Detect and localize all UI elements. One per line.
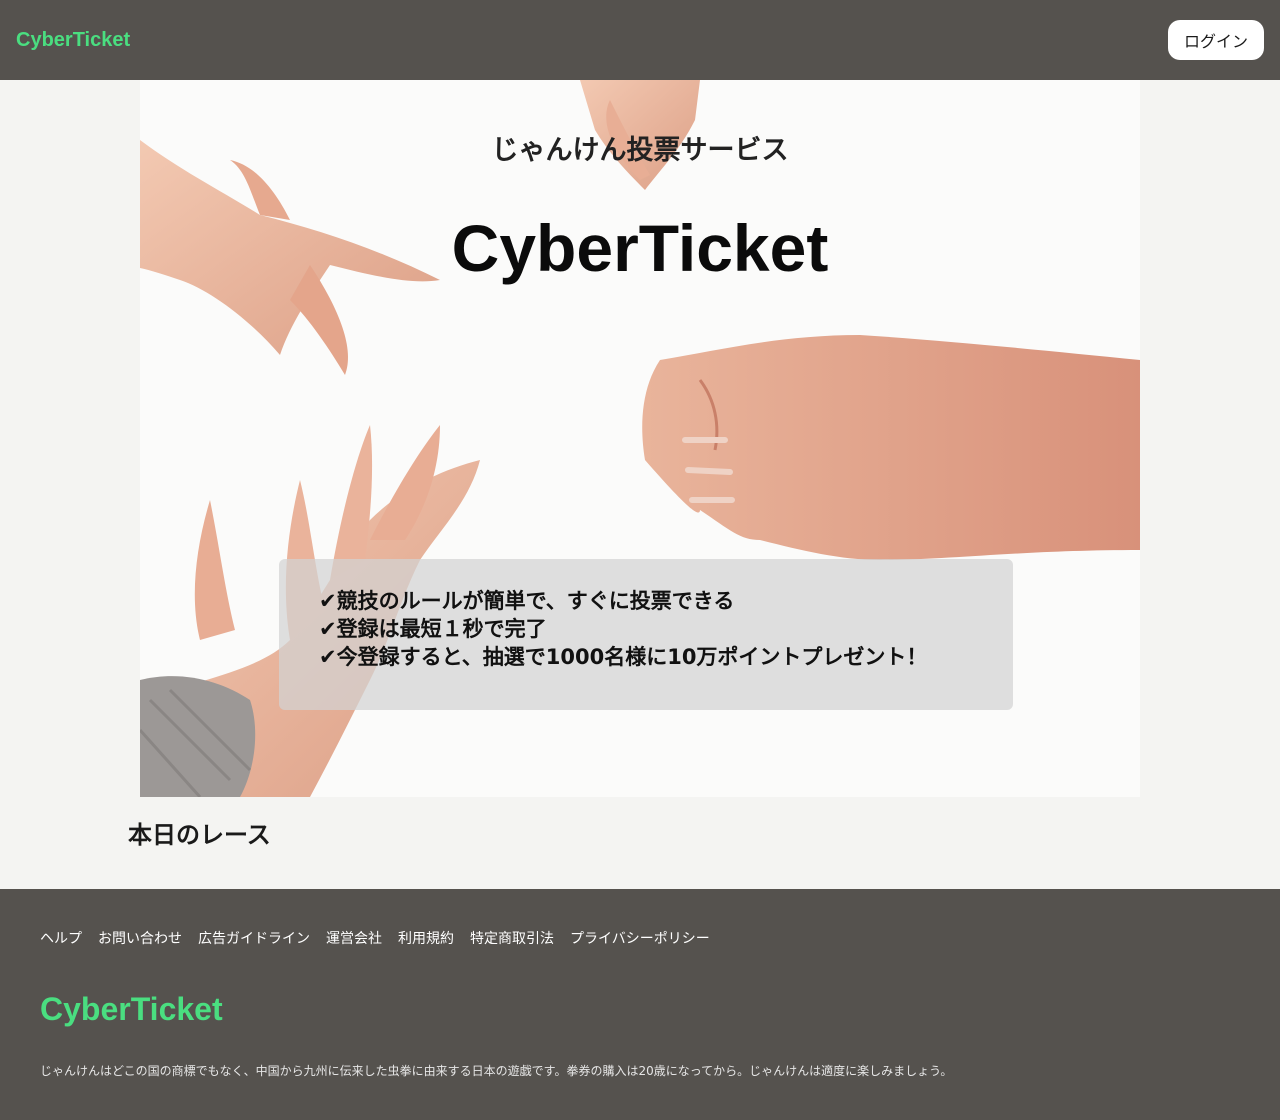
hero-title: CyberTicket [451, 211, 829, 285]
footer-nav: ヘルプ お問い合わせ 広告ガイドライン 運営会社 利用規約 特定商取引法 プライ… [40, 929, 1240, 949]
hero-feature-box: ✔競技のルールが簡単で、すぐに投票できる ✔登録は最短１秒で完了 ✔今登録すると… [279, 559, 1013, 710]
footer-link-terms[interactable]: 利用規約 [398, 929, 454, 949]
main-content: じゃんけん投票サービス CyberTicket ✔競技のルールが簡単で、すぐに投… [0, 80, 1280, 889]
footer-link-contact[interactable]: お問い合わせ [98, 929, 182, 949]
hero-subtitle: じゃんけん投票サービス [491, 135, 789, 166]
footer-brand: CyberTicket [40, 991, 223, 1027]
footer-link-company[interactable]: 運営会社 [326, 929, 382, 949]
hero-feature-item: ✔今登録すると、抽選で1000名様に10万ポイントプレゼント！ [319, 645, 928, 669]
hero-feature-item: ✔競技のルールが簡単で、すぐに投票できる [319, 589, 735, 613]
login-button[interactable]: ログイン [1167, 20, 1264, 60]
site-header: CyberTicket ログイン [0, 0, 1280, 80]
footer-link-ad-guidelines[interactable]: 広告ガイドライン [198, 929, 310, 949]
hero-banner: じゃんけん投票サービス CyberTicket ✔競技のルールが簡単で、すぐに投… [140, 80, 1140, 797]
hero-feature-item: ✔登録は最短１秒で完了 [319, 617, 547, 641]
site-footer: ヘルプ お問い合わせ 広告ガイドライン 運営会社 利用規約 特定商取引法 プライ… [0, 889, 1280, 1120]
footer-link-privacy[interactable]: プライバシーポリシー [570, 929, 710, 949]
footer-note: じゃんけんはどこの国の商標でもなく、中国から九州に伝来した虫拳に由来する日本の遊… [40, 1064, 953, 1078]
section-title: 本日のレース [128, 821, 271, 849]
footer-link-help[interactable]: ヘルプ [40, 929, 82, 949]
footer-link-commerce-law[interactable]: 特定商取引法 [470, 929, 554, 949]
brand-logo[interactable]: CyberTicket [16, 29, 130, 52]
